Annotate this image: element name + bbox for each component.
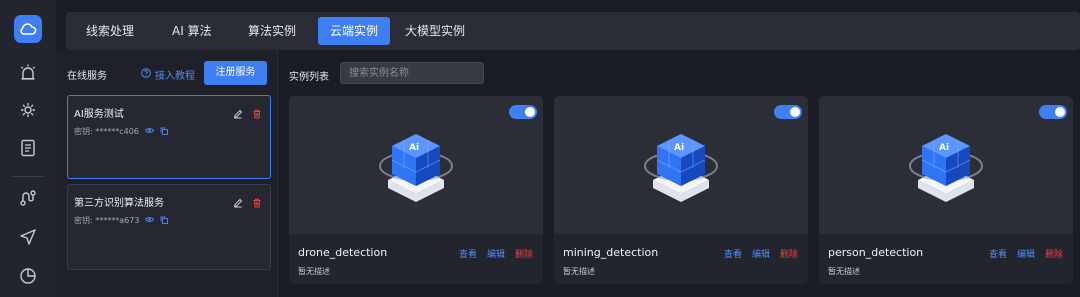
instance-enable-toggle[interactable]: [1039, 105, 1067, 119]
view-button[interactable]: 查看: [459, 247, 477, 260]
sidebar: [0, 0, 56, 297]
app-root: 线索处理 AI 算法 算法实例 云端实例 大模型实例 在线服务 接入教程 注册服…: [0, 0, 1080, 297]
edit-button[interactable]: 编辑: [1017, 247, 1035, 260]
sidebar-divider: [12, 176, 44, 177]
svg-text:Ai: Ai: [674, 143, 684, 153]
tab-ai-algorithm[interactable]: AI 算法: [160, 17, 224, 45]
instance-image: Ai: [819, 96, 1073, 234]
instance-description: 暂无描述: [563, 267, 595, 276]
delete-button[interactable]: 删除: [515, 247, 533, 260]
tab-cloud-instances[interactable]: 云端实例: [318, 17, 391, 45]
online-services-title: 在线服务: [67, 71, 107, 82]
route-icon[interactable]: [18, 188, 38, 208]
instance-list-title: 实例列表: [289, 72, 329, 83]
instance-actions: 查看 编辑 删除: [724, 247, 798, 260]
svg-text:Ai: Ai: [939, 143, 949, 153]
service-actions: [233, 193, 262, 212]
delete-trash-icon[interactable]: [252, 104, 262, 123]
service-name: 第三方识别算法服务: [74, 198, 164, 209]
alarm-icon[interactable]: [18, 62, 38, 82]
top-tab-bar: 线索处理 AI 算法 算法实例 云端实例 大模型实例: [66, 12, 1080, 50]
eye-icon[interactable]: [144, 127, 154, 136]
copy-icon[interactable]: [160, 216, 169, 226]
guide-link[interactable]: 接入教程: [141, 67, 195, 82]
ai-cube-icon: Ai: [379, 134, 453, 202]
svg-text:Ai: Ai: [409, 143, 419, 153]
delete-trash-icon[interactable]: [252, 193, 262, 212]
instance-enable-toggle[interactable]: [774, 105, 802, 119]
settings-icon[interactable]: [18, 100, 38, 120]
ai-cube-icon: Ai: [909, 134, 983, 202]
service-key-row: 密钥: ******a673: [74, 215, 169, 226]
service-card[interactable]: AI服务测试 密钥: ******c406: [67, 95, 271, 179]
online-services-panel: 在线服务 接入教程 注册服务 AI服务测试 密钥: ******c406 第三方…: [56, 50, 278, 297]
eye-icon[interactable]: [145, 216, 155, 225]
service-key: 密钥: ******c406: [74, 127, 139, 136]
instance-image: Ai: [289, 96, 543, 234]
ai-cube-icon: Ai: [644, 134, 718, 202]
delete-button[interactable]: 删除: [1045, 247, 1063, 260]
tab-clue-processing[interactable]: 线索处理: [74, 17, 146, 45]
edit-button[interactable]: 编辑: [752, 247, 770, 260]
instance-name: person_detection: [828, 246, 924, 259]
service-key-row: 密钥: ******c406: [74, 126, 168, 137]
guide-link-label: 接入教程: [155, 71, 195, 82]
instance-name: mining_detection: [563, 246, 659, 259]
report-icon[interactable]: [18, 138, 38, 158]
help-circle-icon: [141, 68, 151, 81]
service-name: AI服务测试: [74, 109, 124, 120]
copy-icon[interactable]: [160, 127, 168, 137]
service-card[interactable]: 第三方识别算法服务 密钥: ******a673: [67, 184, 271, 270]
instance-card[interactable]: Ai person_detection 查看 编辑 删除 暂无描述: [819, 96, 1073, 284]
service-key: 密钥: ******a673: [74, 216, 140, 225]
logo-cloud-icon[interactable]: [14, 15, 42, 43]
delete-button[interactable]: 删除: [780, 247, 798, 260]
tab-llm-instances[interactable]: 大模型实例: [393, 17, 477, 45]
instance-name: drone_detection: [298, 246, 388, 259]
edit-button[interactable]: 编辑: [487, 247, 505, 260]
instance-search-input[interactable]: [340, 62, 484, 84]
instance-card[interactable]: Ai drone_detection 查看 编辑 删除 暂无描述: [289, 96, 543, 284]
instance-actions: 查看 编辑 删除: [459, 247, 533, 260]
service-actions: [233, 104, 262, 123]
register-service-button[interactable]: 注册服务: [204, 61, 267, 85]
instance-card[interactable]: Ai mining_detection 查看 编辑 删除 暂无描述: [554, 96, 808, 284]
instance-description: 暂无描述: [298, 267, 330, 276]
chart-icon[interactable]: [18, 266, 38, 286]
edit-pencil-icon[interactable]: [233, 104, 243, 123]
instance-image: Ai: [554, 96, 808, 234]
instance-description: 暂无描述: [828, 267, 860, 276]
edit-pencil-icon[interactable]: [233, 193, 243, 212]
view-button[interactable]: 查看: [989, 247, 1007, 260]
send-icon[interactable]: [18, 227, 38, 247]
view-button[interactable]: 查看: [724, 247, 742, 260]
instance-actions: 查看 编辑 删除: [989, 247, 1063, 260]
instance-enable-toggle[interactable]: [509, 105, 537, 119]
tab-algorithm-instances[interactable]: 算法实例: [236, 17, 308, 45]
